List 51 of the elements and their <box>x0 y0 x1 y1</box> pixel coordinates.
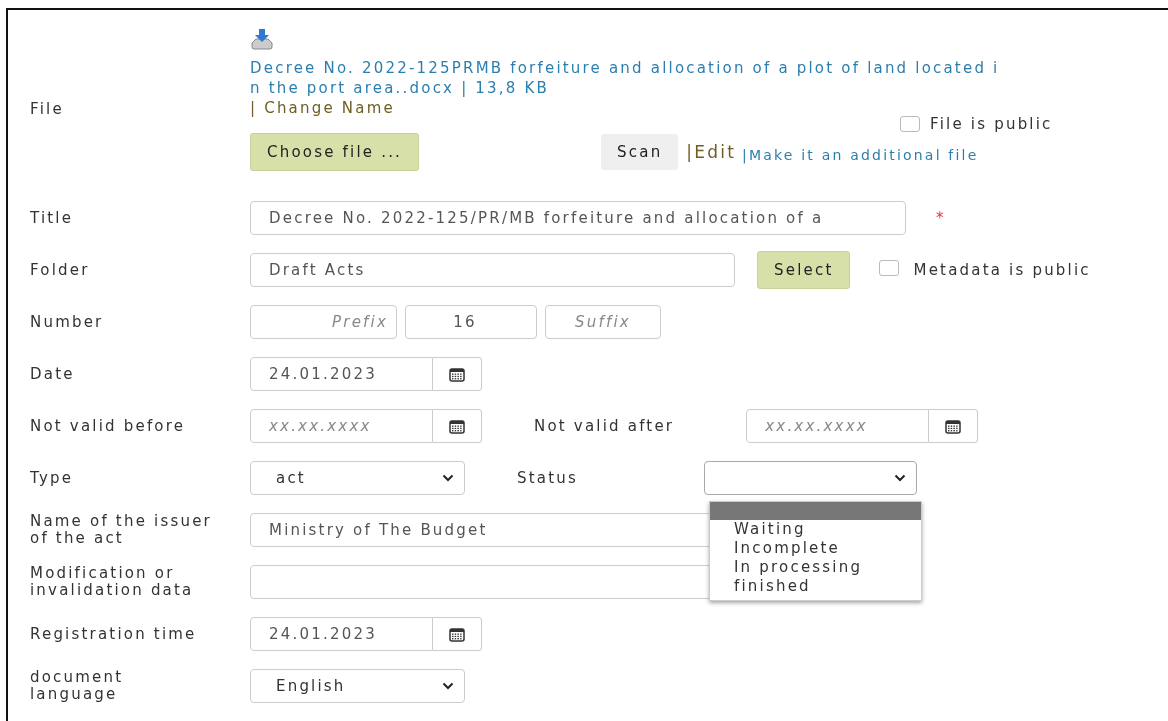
date-field[interactable]: 24.01.2023 <box>250 357 433 391</box>
field-label: Not valid before <box>30 417 187 435</box>
edit-link[interactable]: |Edit <box>686 142 736 162</box>
calendar-icon <box>449 626 465 642</box>
language-select[interactable]: English <box>250 669 465 703</box>
dropdown-option[interactable]: finished <box>710 577 921 596</box>
field-label: Title <box>30 209 75 227</box>
field-label: Number <box>30 313 105 331</box>
field-label: Registration time <box>30 625 198 643</box>
scan-button[interactable]: Scan <box>601 134 679 170</box>
checkbox[interactable] <box>879 260 900 276</box>
calendar-icon <box>449 418 465 434</box>
date-field[interactable]: xx.xx.xxxx <box>250 409 433 443</box>
file-link[interactable]: Decree No. 2022-125PRMB forfeiture and allocation of a plot of land located i n the port area..docx | 13,8 KB <box>250 58 1000 98</box>
field-label: Folder <box>30 261 91 279</box>
calendar-icon <box>945 418 962 434</box>
checkbox-label: Metadata is public <box>913 261 1091 279</box>
calendar-button[interactable] <box>433 617 482 651</box>
chevron-down-icon <box>442 474 454 482</box>
change-name-link[interactable]: | Change Name <box>250 98 395 118</box>
text-field[interactable]: Decree No. 2022-125/PR/MB forfeiture and allocation of a <box>250 201 906 235</box>
number-field[interactable]: 16 <box>405 305 537 339</box>
field-label: File <box>30 101 65 118</box>
field-label: Status <box>517 469 578 487</box>
choose-file-button[interactable]: Choose file ... <box>250 133 420 171</box>
calendar-icon <box>449 366 465 382</box>
field-label: Type <box>30 469 75 487</box>
chevron-down-icon <box>442 682 454 690</box>
date-field[interactable]: 24.01.2023 <box>250 617 433 651</box>
chevron-down-icon <box>894 474 906 482</box>
type-select[interactable]: act <box>250 461 465 495</box>
download-icon <box>250 28 274 50</box>
prefix-field[interactable]: Prefix <box>250 305 397 339</box>
calendar-button[interactable] <box>433 409 482 443</box>
status-select[interactable] <box>704 461 917 495</box>
select-button[interactable]: Select <box>757 251 851 289</box>
suffix-field[interactable]: Suffix <box>545 305 661 339</box>
dropdown-option[interactable]: In processing <box>710 558 921 577</box>
field-label: Date <box>30 365 76 383</box>
field-label: document language <box>30 669 125 703</box>
field-label: Not valid after <box>534 417 675 435</box>
additional-file-link[interactable]: |Make it an additional file <box>742 147 979 163</box>
field-label: Modification or invalidation data <box>30 565 195 599</box>
calendar-button[interactable] <box>433 357 482 391</box>
field-label: Name of the issuer of the act <box>30 513 213 547</box>
required-mark: * <box>936 209 946 227</box>
calendar-button[interactable] <box>929 409 979 443</box>
folder-field[interactable]: Draft Acts <box>250 253 735 287</box>
checkbox[interactable] <box>900 116 920 132</box>
date-field[interactable]: xx.xx.xxxx <box>746 409 930 443</box>
checkbox-label: File is public <box>930 115 1053 133</box>
